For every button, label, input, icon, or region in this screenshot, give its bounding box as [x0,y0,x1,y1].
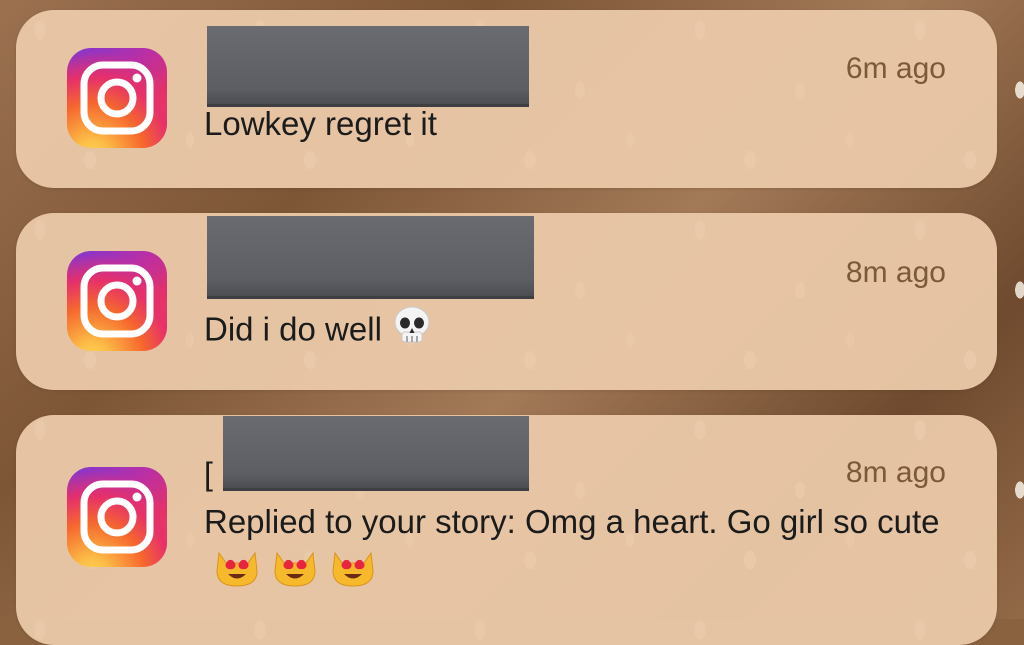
skull-emoji [390,304,434,360]
message-text: Did i do well [204,310,382,348]
instagram-icon [67,467,167,567]
message-text: Lowkey regret it [204,105,437,142]
notification-time: 8m ago [845,256,946,289]
redacted-sender-name [223,416,529,488]
notification-card[interactable]: [ 8m ago Replied to your story: Omg a he… [16,415,997,645]
redacted-sender-name [207,216,534,296]
heart-eyes-cat-emoji [212,545,262,601]
notification-message: Lowkey regret it [204,101,437,147]
heart-eyes-cat-emoji [270,545,320,601]
sender-name-fragment: [ [204,456,213,492]
instagram-icon [67,48,167,148]
lock-screen: { "notifications": [ { "app": "Instagram… [0,0,1024,645]
notification-time: 8m ago [845,456,946,489]
heart-eyes-cat-emoji [328,545,378,601]
redacted-sender-name [207,26,529,104]
notification-message: Replied to your story: Omg a heart. Go g… [204,499,944,601]
notification-card[interactable]: 6m ago Lowkey regret it [16,10,997,188]
message-text: Replied to your story: Omg a heart. Go g… [204,503,940,540]
notification-card[interactable]: 8m ago Did i do well [16,213,997,390]
instagram-icon [67,251,167,351]
notification-time: 6m ago [845,52,946,85]
notification-message: Did i do well [204,304,434,360]
